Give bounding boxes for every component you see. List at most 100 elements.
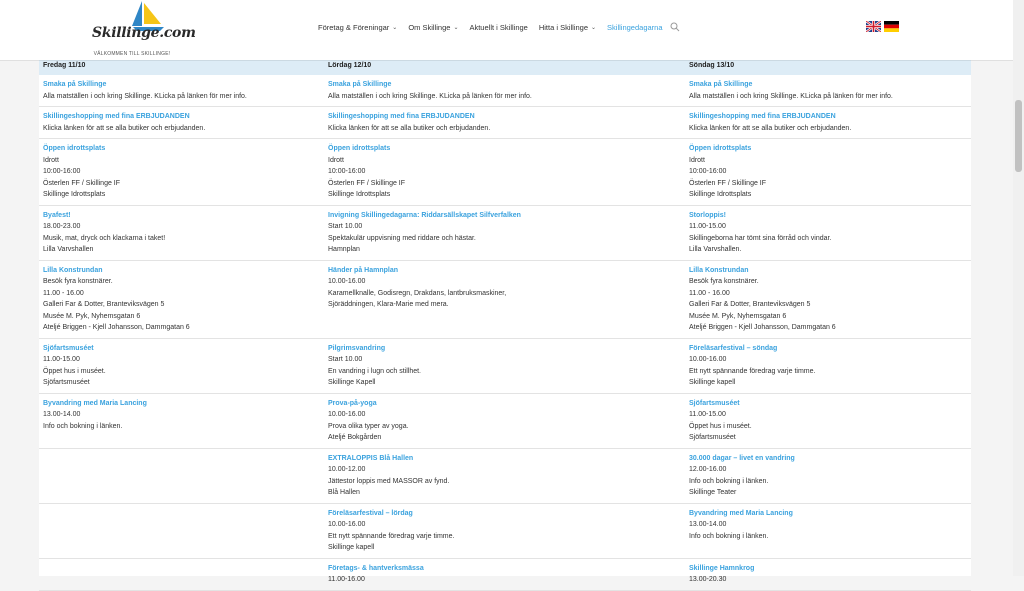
event-title-link[interactable]: Skillingeshopping med fina ERBJUDANDEN bbox=[43, 111, 323, 123]
event-cell: Skillingeshopping med fina ERBJUDANDEN Kl… bbox=[689, 111, 969, 134]
event-detail: Info och bokning i länken. bbox=[689, 532, 769, 540]
event-detail: Österlen FF / Skillinge IF bbox=[689, 179, 767, 187]
event-detail: Musée M. Pyk, Nyhemsgatan 6 bbox=[689, 312, 787, 320]
event-detail: 10.00-16.00 bbox=[328, 521, 366, 528]
german-flag-icon[interactable] bbox=[884, 21, 899, 32]
event-cell: Händer på Hamnplan 10.00-16.00 Karamellkna… bbox=[328, 265, 683, 311]
event-title-link[interactable]: Händer på Hamnplan bbox=[328, 265, 683, 277]
event-detail: Galleri Far & Dotter, Branteviksvägen 5 bbox=[689, 301, 811, 308]
event-title-link[interactable]: Öppen idrottsplats bbox=[328, 143, 683, 155]
event-title-link[interactable]: Invigning Skillingedagarna: Riddarsällsk… bbox=[328, 210, 683, 222]
chevron-down-icon: ⌄ bbox=[392, 24, 398, 31]
event-cell: Smaka på Skillinge Alla matställen i och … bbox=[43, 79, 323, 102]
event-detail: Ett nytt spännande föredrag varje timme. bbox=[689, 367, 816, 375]
event-title-link[interactable]: Sjöfartsmuséet bbox=[43, 343, 323, 355]
event-cell: Smaka på Skillinge Alla matställen i och … bbox=[689, 79, 969, 102]
event-title-link[interactable]: Företags- & hantverksmässa bbox=[328, 563, 683, 575]
nav-aktuellt[interactable]: Aktuellt i Skillinge bbox=[469, 23, 527, 32]
event-detail: Lilla Varvshallen. bbox=[689, 246, 742, 253]
event-title-link[interactable]: Lilla Konstrundan bbox=[689, 265, 969, 277]
event-title-link[interactable]: Smaka på Skillinge bbox=[43, 79, 323, 91]
event-title-link[interactable]: Sjöfartsmuséet bbox=[689, 398, 969, 410]
event-title-link[interactable]: Skillingeshopping med fina ERBJUDANDEN bbox=[689, 111, 969, 123]
event-detail: Skillinge kapell bbox=[689, 379, 736, 386]
event-cell: Pilgrimsvandring Start 10.00 En vandring i… bbox=[328, 343, 683, 389]
event-title-link[interactable]: Byvandring med Maria Lancing bbox=[43, 398, 323, 410]
table-row: Öppen idrottsplats Idrott 10:00-16:00 Öster… bbox=[39, 139, 971, 206]
event-detail: 18.00-23.00 bbox=[43, 223, 81, 230]
event-detail: 10:00-16:00 bbox=[328, 168, 366, 175]
event-detail: Spektakulär uppvisning med riddare och h… bbox=[328, 234, 476, 242]
event-cell: Föreläsarfestival – söndag 10.00-16.00 Ett… bbox=[689, 343, 969, 389]
event-title-link[interactable]: Öppen idrottsplats bbox=[689, 143, 969, 155]
event-title-link[interactable]: Skillingeshopping med fina ERBJUDANDEN bbox=[328, 111, 683, 123]
nav-skillingedagarna[interactable]: Skillingedagarna bbox=[607, 23, 662, 32]
event-cell: Invigning Skillingedagarna: Riddarsällsk… bbox=[328, 210, 683, 256]
event-title-link[interactable]: 30.000 dagar – livet en vandring bbox=[689, 453, 969, 465]
event-detail: Skillinge Kapell bbox=[328, 379, 376, 386]
event-cell: Skillingeshopping med fina ERBJUDANDEN Kl… bbox=[328, 111, 683, 134]
nav-hitta[interactable]: Hitta i Skillinge ⌄ bbox=[539, 23, 596, 32]
event-cell: Skillingeshopping med fina ERBJUDANDEN Kl… bbox=[43, 111, 323, 134]
event-detail: Alla matställen i och kring Skillinge. K… bbox=[689, 92, 893, 100]
event-cell: Företags- & hantverksmässa 11.00-16.00 bbox=[328, 563, 683, 586]
event-detail: Skillinge Idrottsplats bbox=[328, 191, 391, 198]
event-title-link[interactable]: Öppen idrottsplats bbox=[43, 143, 323, 155]
event-detail: 11.00-15.00 bbox=[689, 411, 726, 418]
event-detail: Besök fyra konstnärer. bbox=[43, 278, 113, 285]
event-title-link[interactable]: Föreläsarfestival – söndag bbox=[689, 343, 969, 355]
event-detail: Musée M. Pyk, Nyhemsgatan 6 bbox=[43, 312, 141, 320]
event-title-link[interactable]: Byvandring med Maria Lancing bbox=[689, 508, 969, 520]
site-logo[interactable]: Skillinge.com VÄLKOMMEN TILL SKILLINGE! bbox=[92, 0, 196, 60]
search-icon[interactable] bbox=[670, 22, 680, 32]
event-detail: Idrott bbox=[689, 156, 705, 164]
event-detail: Info och bokning i länken. bbox=[43, 422, 123, 430]
table-row: Lilla Konstrundan Besök fyra konstnärer. 1… bbox=[39, 261, 971, 339]
event-cell: Smaka på Skillinge Alla matställen i och … bbox=[328, 79, 683, 102]
event-detail: 11.00-15.00 bbox=[689, 223, 726, 230]
site-header: Skillinge.com VÄLKOMMEN TILL SKILLINGE! … bbox=[0, 0, 1013, 60]
event-cell: EXTRALOPPIS Blå Hallen 10.00-12.00 Jättest… bbox=[328, 453, 683, 499]
event-cell: Byvandring med Maria Lancing 13.00-14.00 I… bbox=[689, 508, 969, 543]
event-detail: Österlen FF / Skillinge IF bbox=[328, 179, 406, 187]
nav-om-skillinge[interactable]: Om Skillinge ⌄ bbox=[408, 23, 458, 32]
event-title-link[interactable]: Föreläsarfestival – lördag bbox=[328, 508, 683, 520]
event-cell: Byvandring med Maria Lancing 13.00-14.00 I… bbox=[43, 398, 323, 433]
logo-text: Skillinge.com bbox=[92, 25, 196, 41]
nav-label: Hitta i Skillinge bbox=[538, 22, 589, 32]
event-detail: Blå Hallen bbox=[328, 489, 360, 496]
event-detail: Skillinge Idrottsplats bbox=[689, 191, 752, 198]
event-cell: Lilla Konstrundan Besök fyra konstnärer. 1… bbox=[689, 265, 969, 334]
event-detail: Karamellknalle, Godisregn, Drakdans, lan… bbox=[328, 289, 507, 297]
event-detail: Hamnplan bbox=[328, 246, 360, 253]
event-detail: 10.00-16.00 bbox=[689, 356, 727, 363]
scrollbar-thumb[interactable] bbox=[1015, 100, 1022, 172]
event-title-link[interactable]: Smaka på Skillinge bbox=[328, 79, 683, 91]
event-title-link[interactable]: Storloppis! bbox=[689, 210, 969, 222]
event-detail: Ett nytt spännande föredrag varje timme. bbox=[328, 532, 455, 540]
event-cell: Storloppis! 11.00-15.00 Skillingeborna har… bbox=[689, 210, 969, 256]
scrollbar[interactable] bbox=[1013, 0, 1024, 576]
event-title-link[interactable]: Lilla Konstrundan bbox=[43, 265, 323, 277]
event-detail: Musik, mat, dryck och klackarna i taket! bbox=[43, 234, 166, 242]
event-title-link[interactable]: Pilgrimsvandring bbox=[328, 343, 683, 355]
event-cell: Prova-på-yoga 10.00-16.00 Prova olika type… bbox=[328, 398, 683, 444]
event-detail: Lilla Varvshallen bbox=[43, 246, 94, 253]
event-detail: Besök fyra konstnärer. bbox=[689, 278, 759, 285]
uk-flag-icon[interactable] bbox=[866, 21, 881, 32]
event-title-link[interactable]: EXTRALOPPIS Blå Hallen bbox=[328, 453, 683, 465]
chevron-down-icon: ⌄ bbox=[591, 24, 597, 31]
event-title-link[interactable]: Skillinge Hamnkrog bbox=[689, 563, 969, 575]
table-row: Företags- & hantverksmässa 11.00-16.00 Ski… bbox=[39, 559, 971, 591]
nav-foretag-foreningar[interactable]: Företag & Föreningar ⌄ bbox=[318, 23, 397, 32]
main-nav: Företag & Föreningar ⌄ Om Skillinge ⌄ Ak… bbox=[318, 19, 680, 35]
event-detail: 13.00-14.00 bbox=[689, 521, 727, 528]
event-title-link[interactable]: Byafest! bbox=[43, 210, 323, 222]
event-title-link[interactable]: Prova-på-yoga bbox=[328, 398, 683, 410]
event-detail: Jättestor loppis med MASSOR av fynd. bbox=[328, 477, 450, 485]
event-detail: Öppet hus i muséet. bbox=[689, 422, 752, 430]
event-detail: 11.00 - 16.00 bbox=[43, 289, 84, 297]
event-title-link[interactable]: Smaka på Skillinge bbox=[689, 79, 969, 91]
event-detail: 12.00-16.00 bbox=[689, 466, 727, 473]
day-header-friday: Fredag 11/10 bbox=[43, 62, 86, 69]
